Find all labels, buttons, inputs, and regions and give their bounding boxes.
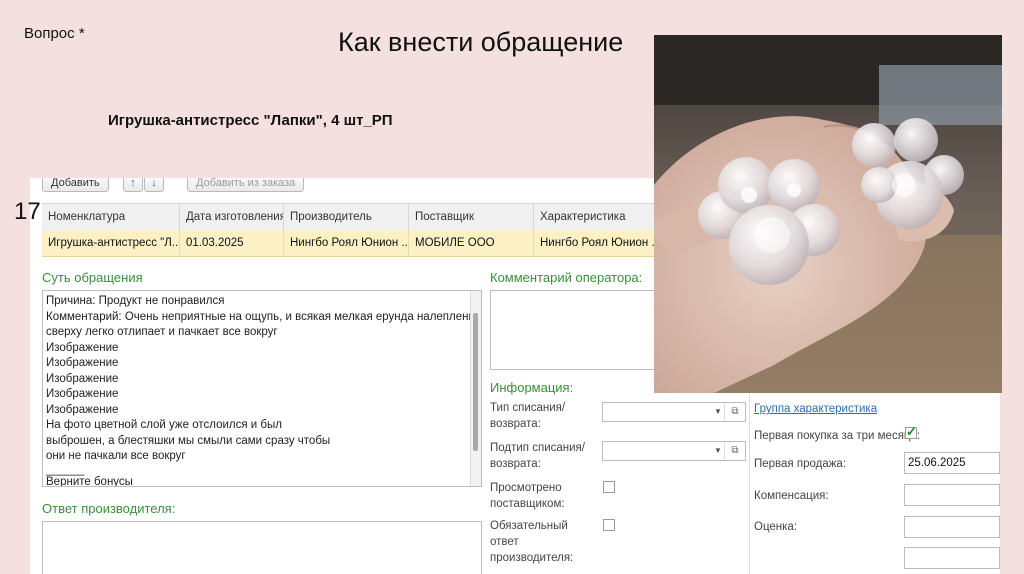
first-sale-label: Первая продажа:	[754, 458, 847, 470]
subtype-select[interactable]: ▼ ⧉	[602, 441, 746, 461]
slide-title: Как внести обращение	[338, 27, 624, 57]
column-header[interactable]: Поставщик	[409, 204, 534, 230]
add-button[interactable]: Добавить	[42, 178, 109, 192]
first-purchase-label: Первая покупка за три месяца:	[754, 430, 921, 442]
dropdown-icon[interactable]: ▼	[711, 403, 725, 421]
hand-with-toys-image	[654, 35, 1002, 393]
compensation-label: Компенсация:	[754, 490, 829, 502]
compensation-field[interactable]	[904, 484, 1000, 506]
required-answer-label: Обязательный ответ производителя:	[490, 520, 574, 564]
slide-number: 17	[14, 198, 41, 225]
required-answer-checkbox[interactable]	[603, 519, 615, 531]
essence-line: На фото цветной слой уже отслоился и был	[46, 419, 282, 431]
table-header: Номенклатура Дата изготовления Производи…	[42, 203, 682, 231]
essence-line: Изображение	[46, 372, 119, 385]
table-cell: 01.03.2025	[180, 230, 284, 256]
essence-line: ______	[46, 463, 85, 476]
first-purchase-checkbox[interactable]: ✓	[905, 424, 917, 439]
first-sale-field[interactable]: 25.06.2025	[904, 452, 1000, 474]
viewed-checkbox[interactable]	[603, 481, 615, 493]
producer-answer-textarea[interactable]	[42, 521, 482, 574]
arrow-down-icon[interactable]: ↓	[144, 178, 164, 192]
column-header[interactable]: Производитель	[284, 204, 409, 230]
producer-answer-label: Ответ производителя:	[42, 501, 176, 516]
arrow-up-icon[interactable]: ↑	[123, 178, 143, 192]
table-cell: Нингбо Роял Юнион ...	[284, 230, 409, 256]
dropdown-icon[interactable]: ▼	[711, 442, 725, 460]
viewed-label: Просмотрено поставщиком:	[490, 482, 565, 510]
table-row[interactable]: Игрушка-антистресс "Л... 01.03.2025 Нинг…	[42, 230, 682, 257]
info-label: Информация:	[490, 380, 574, 395]
type-select[interactable]: ▼ ⧉	[602, 402, 746, 422]
essence-textarea[interactable]: Причина: Продукт не понравился Комментар…	[42, 290, 482, 487]
column-header[interactable]: Номенклатура	[42, 204, 180, 230]
table-cell: МОБИЛЕ ООО	[409, 230, 534, 256]
essence-line: Причина: Продукт не понравился	[46, 295, 225, 307]
essence-label: Суть обращения	[42, 270, 143, 285]
table-cell: Игрушка-антистресс "Л...	[42, 230, 180, 256]
essence-line: Изображение	[46, 403, 119, 416]
extra-field[interactable]	[904, 547, 1000, 569]
essence-line: выброшен, а блестяшки мы смыли сами сраз…	[46, 434, 331, 447]
scrollbar[interactable]	[470, 291, 481, 486]
essence-line: они не пачкали все вокруг	[46, 450, 186, 462]
product-photo	[654, 35, 1002, 393]
slide-subtitle: Игрушка-антистресс "Лапки", 4 шт_РП	[108, 112, 393, 129]
rating-label: Оценка:	[754, 521, 798, 533]
operator-comment-label: Комментарий оператора:	[490, 270, 643, 285]
open-icon[interactable]: ⧉	[724, 403, 745, 421]
checkmark-icon: ✓	[906, 424, 917, 439]
group-characteristic-link[interactable]: Группа характеристика	[754, 401, 877, 417]
column-header[interactable]: Дата изготовления	[180, 204, 284, 230]
essence-line: Верните бонусы	[46, 475, 133, 487]
essence-line: Изображение	[46, 388, 119, 400]
add-from-order-button[interactable]: Добавить из заказа	[187, 178, 305, 192]
rating-field[interactable]	[904, 516, 1000, 538]
question-label: Вопрос *	[24, 25, 85, 42]
essence-line: Комментарий: Очень неприятные на ощупь, …	[46, 310, 481, 323]
essence-line: сверху легко отлипает и пачкает все вокр…	[46, 326, 278, 338]
scrollbar-thumb[interactable]	[473, 313, 478, 451]
essence-line: Изображение	[46, 341, 119, 354]
subtype-label: Подтип списания/возврата:	[490, 442, 585, 470]
essence-line: Изображение	[46, 357, 119, 369]
type-label: Тип списания/возврата:	[490, 402, 566, 430]
open-icon[interactable]: ⧉	[724, 442, 745, 460]
divider	[749, 392, 750, 574]
